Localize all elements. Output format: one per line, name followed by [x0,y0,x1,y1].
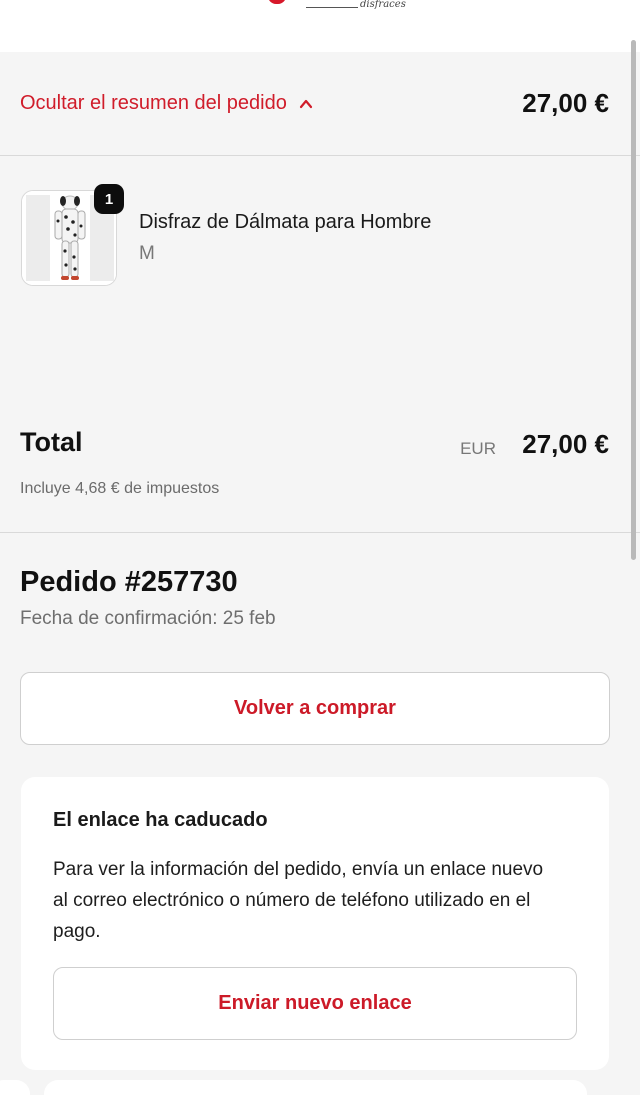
logo-text[interactable]: disfraces [360,0,406,10]
header: disfraces [0,0,640,52]
scrollbar[interactable] [631,40,636,560]
product-name: Disfraz de Dálmata para Hombre [139,211,432,233]
logo-divider [306,7,358,8]
expired-link-card: El enlace ha caducado Para ver la inform… [21,777,609,1070]
order-title: Pedido #257730 [20,566,238,598]
quantity-badge: 1 [94,184,124,214]
line-item: 1 Disfraz de Dálmata para Hombre M [0,157,640,397]
currency-code: EUR [460,439,496,458]
order-status-page: disfraces Ocultar el resumen del pedido … [0,0,640,1095]
logo-mark[interactable] [268,0,286,4]
summary-toggle-label: Ocultar el resumen del pedido [20,92,287,114]
expired-link-message: Para ver la información del pedido, enví… [53,859,544,942]
buy-again-button[interactable]: Volver a comprar [20,672,610,745]
total-label: Total [20,427,83,457]
order-summary-toggle-row: Ocultar el resumen del pedido 27,00 € [0,52,640,156]
order-confirmation-date: Fecha de confirmación: 25 feb [20,608,276,629]
chevron-up-icon [299,99,312,108]
product-variant: M [139,243,155,264]
total-section: Total EUR 27,00 € Incluye 4,68 € de impu… [0,397,640,533]
send-new-link-button[interactable]: Enviar nuevo enlace [53,967,577,1040]
next-card [44,1080,587,1095]
next-card-left [0,1080,30,1095]
total-amount: 27,00 € [522,429,609,459]
hide-order-summary-button[interactable]: Ocultar el resumen del pedido [20,92,313,115]
summary-amount: 27,00 € [522,88,609,118]
expired-link-title: El enlace ha caducado [53,809,268,831]
tax-note: Incluye 4,68 € de impuestos [20,480,220,497]
